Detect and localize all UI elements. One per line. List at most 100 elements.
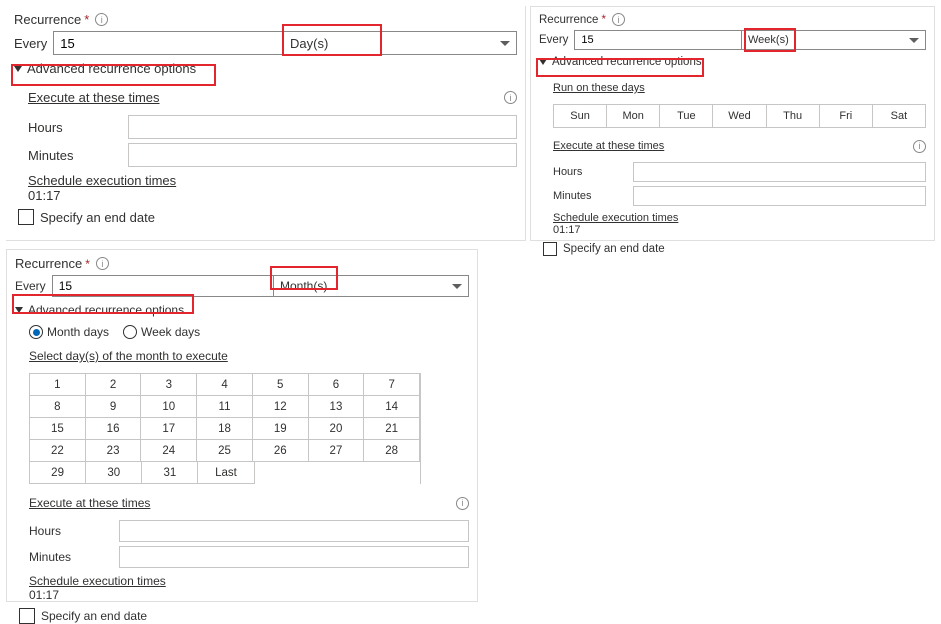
md-6[interactable]: 6 xyxy=(309,374,365,396)
info-icon[interactable]: i xyxy=(96,257,109,270)
unit-select[interactable]: Month(s) xyxy=(273,275,469,297)
specify-end-row[interactable]: Specify an end date xyxy=(18,209,517,225)
required-indicator: * xyxy=(84,12,89,27)
unit-select-value: Month(s) xyxy=(280,279,327,293)
advanced-label: Advanced recurrence options xyxy=(27,61,196,76)
info-icon[interactable]: i xyxy=(95,13,108,26)
schedule-time: 01:17 xyxy=(28,188,517,203)
md-26[interactable]: 26 xyxy=(253,440,309,462)
every-value-input[interactable] xyxy=(53,31,284,55)
md-9[interactable]: 9 xyxy=(86,396,142,418)
execute-times-label: Execute at these times xyxy=(29,496,150,510)
execute-times-label: Execute at these times xyxy=(553,140,664,152)
every-value-input[interactable] xyxy=(52,275,274,297)
advanced-toggle[interactable]: Advanced recurrence options xyxy=(539,56,926,68)
specify-end-label: Specify an end date xyxy=(563,243,665,255)
checkbox-icon[interactable] xyxy=(19,608,35,624)
info-icon[interactable]: i xyxy=(612,13,625,26)
md-19[interactable]: 19 xyxy=(253,418,309,440)
minutes-label: Minutes xyxy=(29,550,119,564)
month-day-grid: 1 2 3 4 5 6 7 8 9 10 11 12 13 14 15 16 1… xyxy=(29,373,421,484)
day-of-week-group: Sun Mon Tue Wed Thu Fri Sat xyxy=(553,104,926,128)
info-icon[interactable]: i xyxy=(504,91,517,104)
dow-sat[interactable]: Sat xyxy=(873,104,926,128)
schedule-label: Schedule execution times xyxy=(29,574,469,588)
md-3[interactable]: 3 xyxy=(141,374,197,396)
md-5[interactable]: 5 xyxy=(253,374,309,396)
md-27[interactable]: 27 xyxy=(309,440,365,462)
required-indicator: * xyxy=(85,257,90,271)
dow-tue[interactable]: Tue xyxy=(660,104,713,128)
caret-down-icon xyxy=(15,307,23,313)
dow-wed[interactable]: Wed xyxy=(713,104,766,128)
md-16[interactable]: 16 xyxy=(86,418,142,440)
minutes-input[interactable] xyxy=(128,143,517,167)
specify-end-label: Specify an end date xyxy=(40,210,155,225)
advanced-label: Advanced recurrence options xyxy=(552,56,702,68)
week-days-radio[interactable]: Week days xyxy=(123,325,200,339)
hours-input[interactable] xyxy=(633,162,926,182)
minutes-input[interactable] xyxy=(119,546,469,568)
md-13[interactable]: 13 xyxy=(309,396,365,418)
required-indicator: * xyxy=(601,14,605,26)
md-8[interactable]: 8 xyxy=(30,396,86,418)
md-30[interactable]: 30 xyxy=(86,462,142,484)
specify-end-label: Specify an end date xyxy=(41,609,147,623)
info-icon[interactable]: i xyxy=(456,497,469,510)
md-12[interactable]: 12 xyxy=(253,396,309,418)
select-days-label: Select day(s) of the month to execute xyxy=(29,349,228,363)
md-11[interactable]: 11 xyxy=(197,396,253,418)
md-20[interactable]: 20 xyxy=(309,418,365,440)
md-25[interactable]: 25 xyxy=(197,440,253,462)
radio-icon xyxy=(123,325,137,339)
minutes-label: Minutes xyxy=(553,190,633,202)
hours-input[interactable] xyxy=(128,115,517,139)
dow-sun[interactable]: Sun xyxy=(553,104,607,128)
schedule-label: Schedule execution times xyxy=(553,212,926,224)
md-15[interactable]: 15 xyxy=(30,418,86,440)
md-17[interactable]: 17 xyxy=(141,418,197,440)
md-4[interactable]: 4 xyxy=(197,374,253,396)
week-days-label: Week days xyxy=(141,325,200,339)
md-10[interactable]: 10 xyxy=(141,396,197,418)
md-21[interactable]: 21 xyxy=(364,418,420,440)
md-blank xyxy=(310,462,365,484)
md-23[interactable]: 23 xyxy=(86,440,142,462)
md-last[interactable]: Last xyxy=(198,462,254,484)
info-icon[interactable]: i xyxy=(913,140,926,153)
md-18[interactable]: 18 xyxy=(197,418,253,440)
recurrence-panel-week: Recurrence * i Every Week(s) Advanced re… xyxy=(530,6,935,241)
advanced-toggle[interactable]: Advanced recurrence options xyxy=(15,303,469,317)
recurrence-label: Recurrence xyxy=(14,12,81,27)
md-7[interactable]: 7 xyxy=(364,374,420,396)
every-value-input[interactable] xyxy=(574,30,742,50)
specify-end-row[interactable]: Specify an end date xyxy=(19,608,469,624)
month-days-radio[interactable]: Month days xyxy=(29,325,109,339)
chevron-down-icon xyxy=(500,41,510,46)
md-22[interactable]: 22 xyxy=(30,440,86,462)
md-29[interactable]: 29 xyxy=(30,462,86,484)
md-2[interactable]: 2 xyxy=(86,374,142,396)
md-28[interactable]: 28 xyxy=(364,440,420,462)
hours-label: Hours xyxy=(28,120,128,135)
dow-mon[interactable]: Mon xyxy=(607,104,660,128)
md-31[interactable]: 31 xyxy=(142,462,198,484)
unit-select[interactable]: Week(s) xyxy=(741,30,926,50)
hours-label: Hours xyxy=(553,166,633,178)
recurrence-panel-day: Recurrence * i Every Day(s) Advanced rec… xyxy=(6,6,526,241)
checkbox-icon[interactable] xyxy=(543,242,557,256)
specify-end-row[interactable]: Specify an end date xyxy=(543,242,926,256)
advanced-toggle[interactable]: Advanced recurrence options xyxy=(14,61,517,76)
dow-fri[interactable]: Fri xyxy=(820,104,873,128)
caret-down-icon xyxy=(14,66,22,72)
md-1[interactable]: 1 xyxy=(30,374,86,396)
md-24[interactable]: 24 xyxy=(141,440,197,462)
unit-select-value: Week(s) xyxy=(748,34,789,46)
md-14[interactable]: 14 xyxy=(364,396,420,418)
checkbox-icon[interactable] xyxy=(18,209,34,225)
dow-thu[interactable]: Thu xyxy=(767,104,820,128)
hours-input[interactable] xyxy=(119,520,469,542)
unit-select[interactable]: Day(s) xyxy=(283,31,517,55)
every-label: Every xyxy=(14,36,47,51)
minutes-input[interactable] xyxy=(633,186,926,206)
